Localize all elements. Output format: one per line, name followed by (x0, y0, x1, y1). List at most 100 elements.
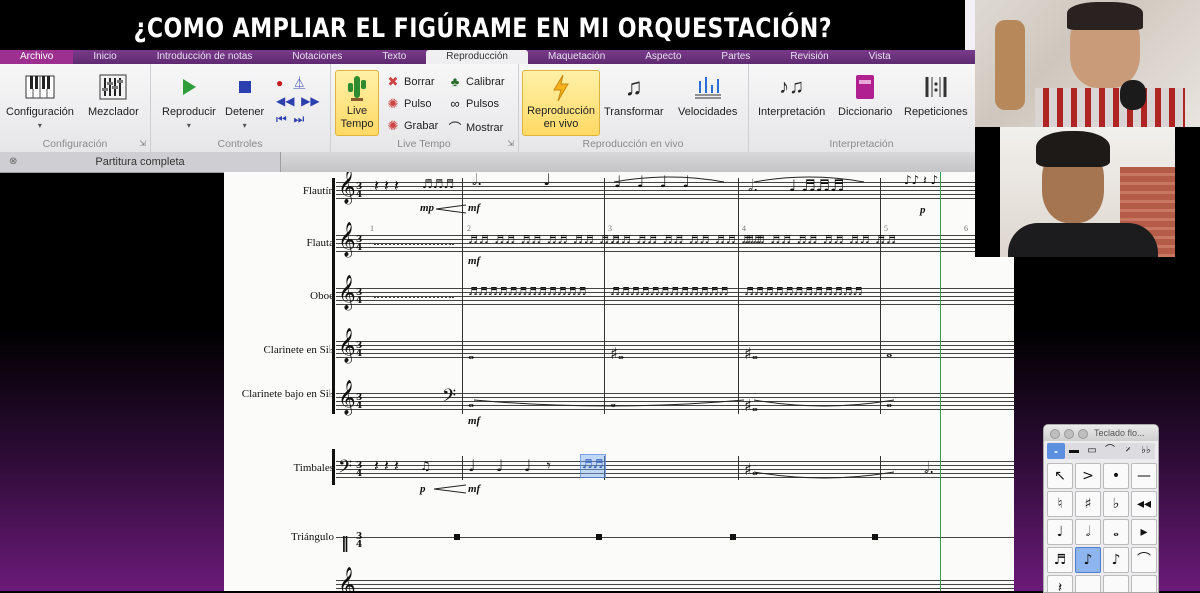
tab-notaciones[interactable]: Notaciones (272, 50, 362, 64)
note-group[interactable]: ♫ (420, 458, 431, 474)
mostrar-button[interactable]: ⌒ Mostrar (448, 118, 503, 137)
tab-revision[interactable]: Revisión (770, 50, 848, 64)
note-group[interactable]: ♬♬♬♬♬♬♬♬♬♬♬♬ (610, 284, 728, 300)
keypad-staccato-key[interactable]: • (1103, 463, 1129, 489)
whole-note-chord[interactable]: 𝅝 (468, 346, 474, 362)
keypad-accent-key[interactable]: > (1075, 463, 1101, 489)
detener-label: Detener (225, 106, 265, 118)
interpretacion-button[interactable]: ♪♫ Interpretación (758, 70, 825, 119)
tab-aspecto[interactable]: Aspecto (625, 50, 701, 64)
keypad-eighth-note-alt-key[interactable]: ♪ (1103, 547, 1129, 573)
keypad-titlebar[interactable]: Teclado flo... (1044, 425, 1158, 441)
note-group[interactable]: 𝄽 𝄽 𝄽 (374, 458, 399, 474)
keypad-tab-articulations[interactable]: ▭ (1083, 443, 1101, 459)
keypad-sixteenth-key[interactable]: ♬ (1047, 547, 1073, 573)
keypad-quarter-note-key[interactable]: ♩ (1047, 519, 1073, 545)
tab-texto[interactable]: Texto (362, 50, 426, 64)
velocidades-button[interactable]: Velocidades (678, 70, 737, 119)
tab-maquetacion[interactable]: Maquetación (528, 50, 625, 64)
note[interactable]: 𝅗𝅥. (924, 460, 934, 476)
keypad-select-key[interactable]: ↖ (1047, 463, 1073, 489)
diccionario-button[interactable]: Diccionario (838, 70, 892, 119)
borrar-button[interactable]: ✖ Borrar (386, 74, 435, 90)
document-tab-bar: ⊗ Partitura completa (0, 152, 975, 173)
keypad-half-note-key[interactable]: 𝅗𝅥 (1075, 519, 1101, 545)
keypad-tab-notes[interactable]: 𝅝 (1047, 443, 1065, 459)
close-icon[interactable] (1050, 429, 1060, 439)
note-group[interactable]: ♬♬ ♬♬ ♬♬ ♬♬ ♬♬ ♬♬ (610, 232, 763, 248)
keypad-tie-key[interactable]: ⌒ (1131, 547, 1157, 573)
keypad-palette[interactable]: Teclado flo... 𝅝 ▬ ▭ ⌒ 𝄎 ♭♭ ↖ > • — ♮ ♯ … (1043, 424, 1159, 593)
tab-vista[interactable]: Vista (849, 50, 911, 64)
keypad-natural-key[interactable]: ♮ (1047, 491, 1073, 517)
zoom-icon[interactable] (1078, 429, 1088, 439)
staff-triangulo[interactable] (336, 537, 1014, 553)
whole-note-chord[interactable]: 𝅝 (886, 344, 892, 360)
keypad-whole-note-key[interactable]: 𝅝 (1103, 519, 1129, 545)
staff-timbales[interactable] (336, 461, 1014, 478)
tab-reproduccion[interactable]: Reproducción (426, 50, 528, 64)
note-group[interactable]: ♩ ♩ ♩ 𝄾 (468, 458, 551, 474)
keypad-eighth-note-key[interactable]: ♪ (1075, 547, 1101, 573)
selected-note-group[interactable]: ♬♬ (582, 456, 604, 472)
keypad-tenuto-key[interactable]: — (1131, 463, 1157, 489)
pulsos-button[interactable]: ∞ Pulsos (448, 96, 499, 111)
keypad-rewind-key[interactable]: ◂◂ (1131, 491, 1157, 517)
keypad-flat-key[interactable]: ♭ (1103, 491, 1129, 517)
calibrar-label: Calibrar (466, 75, 505, 88)
keypad-blank-key[interactable] (1103, 575, 1129, 592)
tab-introduccion-notas[interactable]: Introducción de notas (137, 50, 273, 64)
repeticiones-button[interactable]: Repeticiones (904, 70, 968, 119)
calibrar-button[interactable]: ♣ Calibrar (448, 74, 505, 89)
note-group[interactable]: 𝅗𝅥. ♩ (472, 172, 551, 188)
reproduccion-en-vivo-button[interactable]: Reproducción en vivo (522, 70, 600, 136)
reproducir-button[interactable]: Reproducir ▾ (162, 70, 216, 132)
configuracion-button[interactable]: Configuración ▾ (6, 70, 74, 132)
staff-next[interactable] (336, 580, 1014, 591)
note-group[interactable]: ♬♬♬ (422, 176, 454, 192)
keypad-tab-accidentals[interactable]: ♭♭ (1137, 443, 1155, 459)
go-to-end-icon[interactable]: ⏭ (293, 112, 304, 126)
repeticiones-label: Repeticiones (904, 106, 968, 118)
rewind-icon[interactable]: ◀◀ ▶▶ (276, 92, 320, 110)
keypad-blank-key[interactable] (1075, 575, 1101, 592)
transformar-button[interactable]: ♫ Transformar (604, 70, 664, 119)
keypad-tab-rests[interactable]: ▬ (1065, 443, 1083, 459)
keypad-blank-key[interactable] (1131, 575, 1157, 592)
dialog-launcher-icon[interactable]: ⇲ (139, 139, 146, 148)
note-group[interactable]: ♬♬♬♬♬♬♬♬♬♬♬♬ (468, 284, 586, 300)
close-icon[interactable]: ⊗ (9, 152, 17, 172)
pulso-button[interactable]: ✺ Pulso (386, 96, 432, 112)
note-group[interactable]: ♬♬ ♬♬ ♬♬ ♬♬ ♬♬ ♬♬ (468, 232, 621, 248)
group-title-configuracion: Configuración (42, 138, 108, 150)
tab-partes[interactable]: Partes (701, 50, 770, 64)
score-page[interactable]: Flautín Flauta Oboe Clarinete en Si♭ Cla… (224, 172, 1014, 591)
mezclador-button[interactable]: Mezclador (88, 70, 139, 119)
note-group[interactable]: ♬♬ ♬♬ ♬♬ ♬♬ ♬♬ ♬♬ (744, 232, 897, 248)
metronome-icon[interactable]: ⏅ (293, 76, 305, 90)
record-icon[interactable]: ● ⏅ (276, 74, 320, 92)
live-tempo-button[interactable]: Live Tempo (335, 70, 379, 136)
minimize-icon[interactable] (1064, 429, 1074, 439)
whole-note-chord[interactable]: ♯𝅝 (610, 346, 624, 362)
whole-note-chord[interactable]: ♯𝅝 (744, 346, 758, 362)
note-group[interactable]: ♪♪ 𝄽 ♪ (904, 172, 938, 188)
keypad-tab-ties[interactable]: ⌒ (1101, 443, 1119, 459)
keypad-tab-tremolo[interactable]: 𝄎 (1119, 443, 1137, 459)
banner-edge (965, 0, 975, 57)
keypad-sharp-key[interactable]: ♯ (1075, 491, 1101, 517)
detener-button[interactable]: Detener ▾ (225, 70, 264, 132)
keypad-rest-key[interactable]: 𝄽 (1047, 575, 1073, 592)
dialog-launcher-icon[interactable]: ⇲ (507, 139, 514, 148)
eraser-icon: ✖ (387, 74, 399, 89)
grabar-button[interactable]: ✺ Grabar (386, 118, 439, 134)
tab-partitura-completa[interactable]: ⊗ Partitura completa (0, 152, 281, 172)
tab-archivo[interactable]: Archivo (0, 50, 74, 64)
tab-inicio[interactable]: Inicio (73, 50, 136, 64)
go-to-start-icon[interactable]: ⏮ ⏭ (276, 110, 320, 128)
note-group[interactable]: ♬♬♬♬♬♬♬♬♬♬♬♬ (744, 284, 862, 300)
keypad-play-key[interactable]: ▸ (1131, 519, 1157, 545)
note-group[interactable]: 𝄽 𝄽 𝄽 (374, 178, 399, 194)
staff-clarinete[interactable] (336, 341, 1014, 358)
fast-forward-icon[interactable]: ▶▶ (301, 94, 319, 108)
